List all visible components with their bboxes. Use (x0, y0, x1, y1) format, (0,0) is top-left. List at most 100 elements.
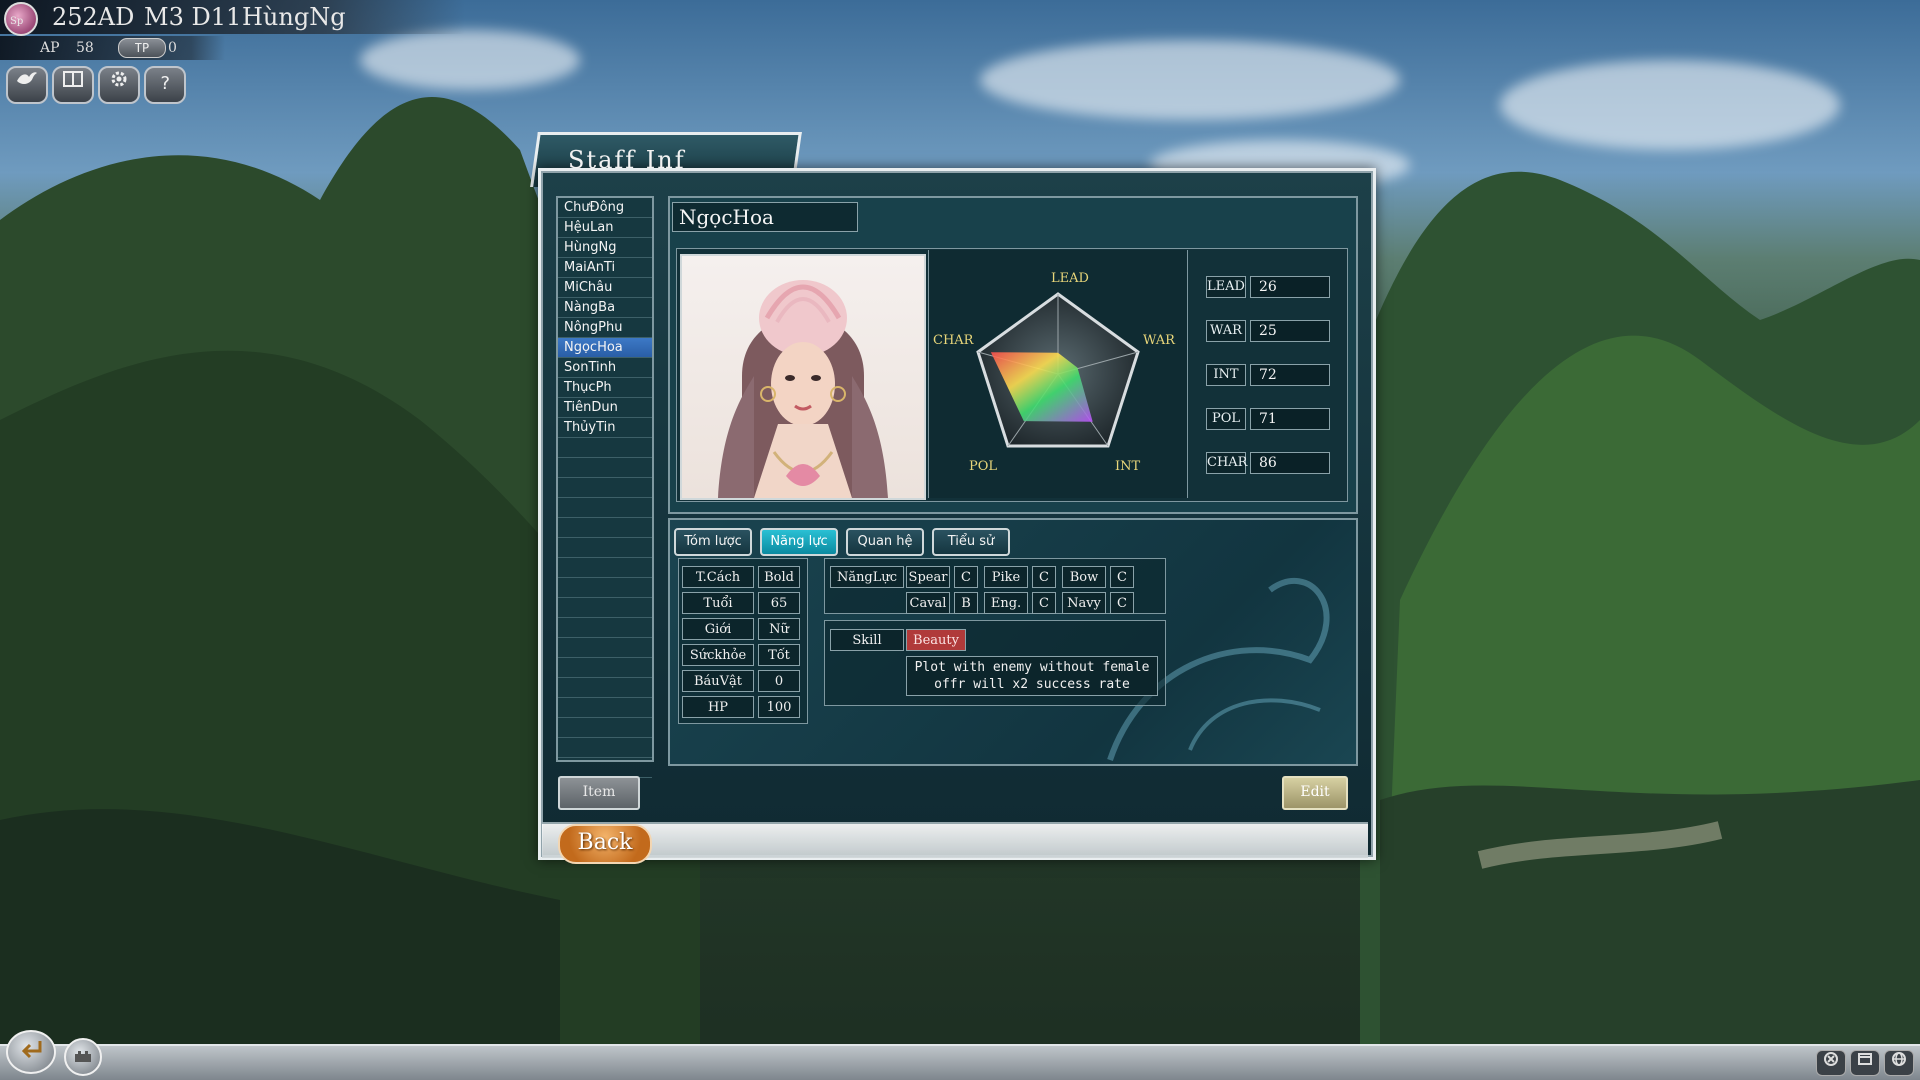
ability-name: Navy (1062, 592, 1106, 614)
stat-label: LEAD (1206, 276, 1246, 298)
stat-label: WAR (1206, 320, 1246, 342)
staff-list-item[interactable]: NôngPhu (558, 318, 652, 338)
staff-list-empty-row (558, 518, 652, 538)
attribute-label: BáuVật (682, 670, 754, 692)
ability-name: Bow (1062, 566, 1106, 588)
radar-label-char: CHAR (933, 333, 975, 348)
staff-list-item[interactable]: ThụcPh (558, 378, 652, 398)
staff-list-empty-row (558, 718, 652, 738)
tab-0[interactable]: Tóm lược (674, 528, 752, 556)
attribute-value: 65 (758, 592, 800, 614)
ability-grade: C (954, 566, 978, 588)
attribute-value: Bold (758, 566, 800, 588)
staff-list-empty-row (558, 698, 652, 718)
radar-label-war: WAR (1143, 333, 1176, 348)
ap-label: AP (40, 40, 60, 56)
window-title: Staff Inf (568, 146, 686, 174)
staff-list-empty-row (558, 758, 652, 778)
bird-icon[interactable] (6, 66, 48, 104)
staff-list: ChưĐông HệuLan HùngNg MaiAnTi MiChâu NàngBa Nô… (556, 196, 654, 778)
ap-value: 58 (76, 40, 94, 56)
staff-list-item[interactable]: NàngBa (558, 298, 652, 318)
globe-icon[interactable] (1884, 1050, 1914, 1076)
attribute-label: Sứckhỏe (682, 644, 754, 666)
staff-name: NgọcHoa (672, 202, 858, 232)
stat-value: 26 (1250, 276, 1330, 298)
tp-label: TP (118, 38, 166, 58)
staff-list-item[interactable]: MiChâu (558, 278, 652, 298)
radar-label-lead: LEAD (1051, 271, 1089, 286)
close-circle-icon[interactable] (1816, 1050, 1846, 1076)
radar-label-int: INT (1115, 459, 1141, 474)
ability-name: Caval (906, 592, 950, 614)
staff-list-item[interactable]: NgọcHoa (558, 338, 652, 358)
staff-list-empty-row (558, 618, 652, 638)
stat-label: CHAR (1206, 452, 1247, 474)
tab-1[interactable]: Năng lực (760, 528, 838, 556)
staff-list-item[interactable]: SonTinh (558, 358, 652, 378)
staff-list-empty-row (558, 658, 652, 678)
staff-list-empty-row (558, 558, 652, 578)
ability-name: Eng. (984, 592, 1028, 614)
staff-list-item[interactable]: HùngNg (558, 238, 652, 258)
staff-list-item[interactable]: TiênDun (558, 398, 652, 418)
return-icon[interactable] (6, 1030, 56, 1074)
stat-row-int: INT 72 (1206, 364, 1330, 386)
tp-value: 0 (168, 40, 177, 56)
attribute-label: Giới (682, 618, 754, 640)
ruler-name: HùngNg (242, 3, 346, 31)
staff-list-item[interactable]: HệuLan (558, 218, 652, 238)
stat-value: 25 (1250, 320, 1330, 342)
staff-list-item[interactable]: ChưĐông (558, 198, 652, 218)
staff-list-empty-row (558, 498, 652, 518)
ability-grade: C (1110, 592, 1134, 614)
attribute-value: Nữ (758, 618, 800, 640)
attribute-label: Tuổi (682, 592, 754, 614)
ability-name: Pike (984, 566, 1028, 588)
tab-2[interactable]: Quan hệ (846, 528, 924, 556)
staff-list-item[interactable]: ThủyTin (558, 418, 652, 438)
staff-list-empty-row (558, 638, 652, 658)
ability-grade: C (1110, 566, 1134, 588)
ability-grade: C (1032, 592, 1056, 614)
stat-radar-chart: LEAD WAR INT POL CHAR (928, 250, 1188, 498)
staff-list-empty-row (558, 578, 652, 598)
book-icon[interactable] (52, 66, 94, 104)
help-glyph: ? (159, 73, 171, 94)
skill-description: Plot with enemy without female offr will… (906, 656, 1158, 696)
skill-label: Skill (830, 629, 904, 651)
help-icon[interactable]: ? (144, 66, 186, 104)
stat-row-pol: POL 71 (1206, 408, 1330, 430)
stat-row-lead: LEAD 26 (1206, 276, 1330, 298)
attribute-value: Tốt (758, 644, 800, 666)
attribute-label: T.Cách (682, 566, 754, 588)
stat-value: 71 (1250, 408, 1330, 430)
ability-grade: B (954, 592, 978, 614)
staff-list-item[interactable]: MaiAnTi (558, 258, 652, 278)
staff-list-empty-row (558, 438, 652, 458)
attribute-value: 0 (758, 670, 800, 692)
skill-name[interactable]: Beauty (906, 629, 966, 651)
turn-text: M3 D11 (144, 3, 242, 31)
window-icon[interactable] (1850, 1050, 1880, 1076)
top-hud: Sp 252AD M3 D11 HùngNg AP 58 TP 0 ? (0, 0, 470, 120)
staff-list-empty-row (558, 678, 652, 698)
castle-icon[interactable] (64, 1038, 102, 1076)
staff-list-empty-row (558, 598, 652, 618)
skill-desc-line1: Plot with enemy without female (914, 660, 1150, 675)
item-button[interactable]: Item (558, 776, 640, 810)
stat-label: INT (1206, 364, 1246, 386)
emblem-label: Sp (10, 16, 24, 27)
tab-3[interactable]: Tiểu sử (932, 528, 1010, 556)
edit-button[interactable]: Edit (1282, 776, 1348, 810)
gear-icon[interactable] (98, 66, 140, 104)
attribute-label: HP (682, 696, 754, 718)
skill-desc-line2: offr will x2 success rate (934, 677, 1130, 692)
ability-label: NăngLực (830, 566, 904, 588)
window-bottom-strip (542, 822, 1368, 858)
ability-grade: C (1032, 566, 1056, 588)
date-text: 252AD (52, 3, 135, 31)
back-button[interactable]: Back (558, 824, 652, 864)
stat-label: POL (1206, 408, 1246, 430)
stat-row-war: WAR 25 (1206, 320, 1330, 342)
